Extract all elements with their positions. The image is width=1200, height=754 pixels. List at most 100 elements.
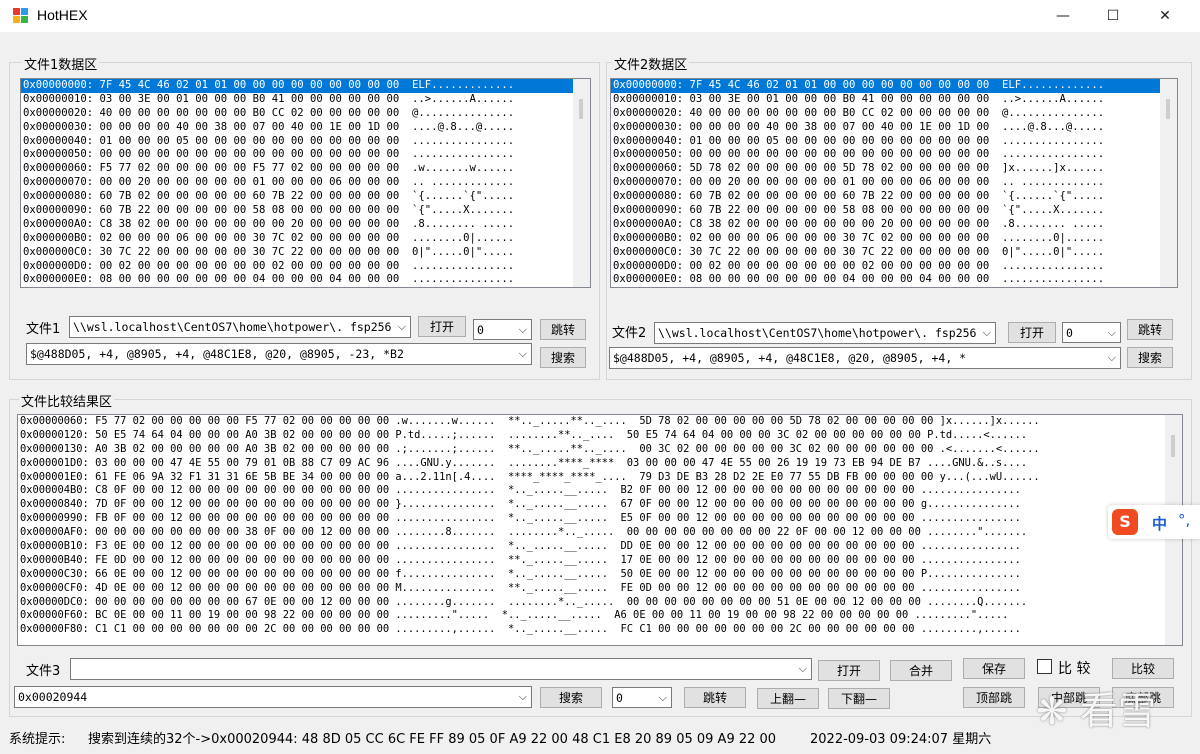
hex-row[interactable]: 0x00000010: 03 00 3E 00 01 00 00 00 B0 4… (21, 93, 590, 107)
compare-result-listbox[interactable]: 0x00000060: F5 77 02 00 00 00 00 00 F5 7… (17, 414, 1183, 646)
compare-button[interactable]: 比较 (1112, 658, 1174, 679)
file1-path-combo[interactable]: \\wsl.localhost\CentOS7\home\hotpower\. … (69, 316, 411, 338)
file3-path-combo[interactable]: ⌵ (70, 658, 812, 680)
hex-row[interactable]: 0x00000C30: 66 0E 00 00 12 00 00 00 00 0… (18, 568, 1182, 582)
hex-row[interactable]: 0x00000040: 01 00 00 00 05 00 00 00 00 0… (611, 135, 1177, 149)
chevron-down-icon[interactable]: ⌵ (983, 323, 991, 343)
hex-row[interactable]: 0x00000090: 60 7B 22 00 00 00 00 00 58 0… (611, 204, 1177, 218)
file1-scroll-thumb[interactable] (579, 99, 583, 119)
hex-row[interactable]: 0x000001D0: 03 00 00 00 47 4E 55 00 79 0… (18, 457, 1182, 471)
hex-row[interactable]: 0x00000130: A0 3B 02 00 00 00 00 00 A0 3… (18, 443, 1182, 457)
hex-row[interactable]: 0x000000E0: 08 00 00 00 00 00 00 00 04 0… (611, 273, 1177, 287)
minimize-button[interactable]: — (1040, 0, 1086, 32)
hex-row[interactable]: 0x00000120: 50 E5 74 64 04 00 00 00 A0 3… (18, 429, 1182, 443)
file1-jump-button[interactable]: 跳转 (540, 319, 586, 340)
file1-vertical-scrollbar[interactable] (573, 79, 590, 287)
compare-offset-combo[interactable]: 0 ⌵ (612, 687, 672, 708)
file1-search-combo[interactable]: $@488D05, +4, @8905, +4, @48C1E8, @20, @… (26, 343, 532, 365)
file2-hex-listbox[interactable]: 0x00000000: 7F 45 4C 46 02 01 01 00 00 0… (610, 78, 1178, 288)
app-icon (13, 8, 29, 24)
compare-jump-button[interactable]: 跳转 (684, 687, 746, 708)
watermark: ❋ 看雪 (1036, 689, 1156, 733)
chevron-down-icon[interactable]: ⌵ (799, 659, 807, 679)
ime-punctuation-indicator[interactable]: °, (1178, 511, 1190, 529)
hex-row[interactable]: 0x00000B40: FE 0D 00 00 12 00 00 00 00 0… (18, 554, 1182, 568)
hex-row[interactable]: 0x000000C0: 30 7C 22 00 00 00 00 00 30 7… (611, 246, 1177, 260)
chevron-down-icon[interactable]: ⌵ (1108, 323, 1116, 342)
file1-search-button[interactable]: 搜索 (540, 347, 586, 368)
chevron-down-icon[interactable]: ⌵ (519, 320, 527, 339)
close-button[interactable]: ✕ (1142, 0, 1188, 32)
hex-row[interactable]: 0x000000E0: 08 00 00 00 00 00 00 00 04 0… (21, 273, 590, 287)
hex-row[interactable]: 0x000001E0: 61 FE 06 9A 32 F1 31 31 6E 5… (18, 471, 1182, 485)
hex-row[interactable]: 0x00000070: 00 00 20 00 00 00 00 00 01 0… (611, 176, 1177, 190)
page-down-button[interactable]: 下翻— (828, 688, 890, 709)
chevron-down-icon[interactable]: ⌵ (659, 688, 667, 707)
chevron-down-icon[interactable]: ⌵ (519, 344, 527, 364)
hex-row[interactable]: 0x000000B0: 02 00 00 00 06 00 00 00 30 7… (611, 232, 1177, 246)
hex-row[interactable]: 0x00000070: 00 00 20 00 00 00 00 00 01 0… (21, 176, 590, 190)
hex-row[interactable]: 0x000004B0: C8 0F 00 00 12 00 00 00 00 0… (18, 484, 1182, 498)
hex-row[interactable]: 0x000000A0: C8 38 02 00 00 00 00 00 00 0… (21, 218, 590, 232)
hex-row[interactable]: 0x000000D0: 00 02 00 00 00 00 00 00 00 0… (611, 260, 1177, 274)
file2-search-button[interactable]: 搜索 (1127, 347, 1173, 368)
file1-path-value: \\wsl.localhost\CentOS7\home\hotpower\. … (73, 320, 392, 334)
file2-jump-button[interactable]: 跳转 (1127, 319, 1173, 340)
hex-row[interactable]: 0x00000CF0: 4D 0E 00 00 12 00 00 00 00 0… (18, 582, 1182, 596)
file2-scroll-thumb[interactable] (1166, 99, 1170, 119)
hex-row[interactable]: 0x00000B10: F3 0E 00 00 12 00 00 00 00 0… (18, 540, 1182, 554)
hex-row[interactable]: 0x00000020: 40 00 00 00 00 00 00 00 B0 C… (21, 107, 590, 121)
hex-row[interactable]: 0x00000060: F5 77 02 00 00 00 00 00 F5 7… (21, 162, 590, 176)
hex-row[interactable]: 0x00000AF0: 00 00 00 00 00 00 00 00 38 0… (18, 526, 1182, 540)
save-button[interactable]: 保存 (963, 658, 1025, 679)
hex-row[interactable]: 0x00000060: 5D 78 02 00 00 00 00 00 5D 7… (611, 162, 1177, 176)
hex-row[interactable]: 0x000000A0: C8 38 02 00 00 00 00 00 00 0… (611, 218, 1177, 232)
hex-row[interactable]: 0x00000060: F5 77 02 00 00 00 00 00 F5 7… (18, 415, 1182, 429)
file1-hex-listbox[interactable]: 0x00000000: 7F 45 4C 46 02 01 01 00 00 0… (20, 78, 591, 288)
hex-row[interactable]: 0x000000C0: 30 7C 22 00 00 00 00 00 30 7… (21, 246, 590, 260)
file1-label: 文件1 (26, 322, 61, 337)
file2-path-combo[interactable]: \\wsl.localhost\CentOS7\home\hotpower\. … (654, 322, 996, 344)
file2-open-button[interactable]: 打开 (1008, 322, 1056, 343)
file3-open-button[interactable]: 打开 (818, 660, 880, 681)
hex-row[interactable]: 0x00000DC0: 00 00 00 00 00 00 00 00 67 0… (18, 596, 1182, 610)
hex-row[interactable]: 0x00000840: 7D 0F 00 00 12 00 00 00 00 0… (18, 498, 1182, 512)
hex-row[interactable]: 0x00000080: 60 7B 02 00 00 00 00 00 60 7… (611, 190, 1177, 204)
chevron-down-icon[interactable]: ⌵ (398, 317, 406, 337)
hex-row[interactable]: 0x00000F80: C1 C1 00 00 00 00 00 00 00 2… (18, 623, 1182, 637)
hex-row[interactable]: 0x00000000: 7F 45 4C 46 02 01 01 00 00 0… (21, 79, 590, 93)
page-up-button[interactable]: 上翻— (757, 688, 819, 709)
hex-row[interactable]: 0x00000050: 00 00 00 00 00 00 00 00 00 0… (611, 148, 1177, 162)
file1-offset-combo[interactable]: 0 ⌵ (473, 319, 532, 340)
file2-vertical-scrollbar[interactable] (1160, 79, 1177, 287)
maximize-button[interactable]: ☐ (1090, 0, 1136, 32)
file1-open-button[interactable]: 打开 (418, 316, 466, 337)
hex-row[interactable]: 0x00000990: FB 0F 00 00 12 00 00 00 00 0… (18, 512, 1182, 526)
chevron-down-icon[interactable]: ⌵ (1108, 348, 1116, 368)
file2-path-value: \\wsl.localhost\CentOS7\home\hotpower\. … (658, 326, 977, 340)
hex-row[interactable]: 0x00000080: 60 7B 02 00 00 00 00 00 60 7… (21, 190, 590, 204)
file2-search-value: $@488D05, +4, @8905, +4, @48C1E8, @20, @… (613, 351, 967, 365)
hex-row[interactable]: 0x00000040: 01 00 00 00 05 00 00 00 00 0… (21, 135, 590, 149)
file2-search-combo[interactable]: $@488D05, +4, @8905, +4, @48C1E8, @20, @… (609, 347, 1121, 369)
hex-row[interactable]: 0x000000D0: 00 02 00 00 00 00 00 00 00 0… (21, 260, 590, 274)
file2-offset-combo[interactable]: 0 ⌵ (1062, 322, 1121, 343)
address-combo[interactable]: 0x00020944 ⌵ (14, 686, 532, 708)
hex-row[interactable]: 0x00000020: 40 00 00 00 00 00 00 00 B0 C… (611, 107, 1177, 121)
compare-checkbox[interactable] (1037, 659, 1052, 674)
merge-button[interactable]: 合并 (890, 660, 952, 681)
compare-scroll-thumb[interactable] (1171, 435, 1175, 457)
chevron-down-icon[interactable]: ⌵ (519, 687, 527, 707)
hex-row[interactable]: 0x00000050: 00 00 00 00 00 00 00 00 00 0… (21, 148, 590, 162)
ime-mode-indicator[interactable]: 中 (1152, 513, 1167, 534)
compare-search-button[interactable]: 搜索 (540, 687, 602, 708)
hex-row[interactable]: 0x00000030: 00 00 00 00 40 00 38 00 07 0… (21, 121, 590, 135)
hex-row[interactable]: 0x00000010: 03 00 3E 00 01 00 00 00 B0 4… (611, 93, 1177, 107)
hex-row[interactable]: 0x000000B0: 02 00 00 00 06 00 00 00 30 7… (21, 232, 590, 246)
hex-row[interactable]: 0x00000000: 7F 45 4C 46 02 01 01 00 00 0… (611, 79, 1177, 93)
hex-row[interactable]: 0x00000F60: BC 0E 00 00 11 00 19 00 00 9… (18, 609, 1182, 623)
hex-row[interactable]: 0x00000030: 00 00 00 00 40 00 38 00 07 0… (611, 121, 1177, 135)
jump-to-top-button[interactable]: 顶部跳 (963, 687, 1025, 708)
hex-row[interactable]: 0x00000090: 60 7B 22 00 00 00 00 00 58 0… (21, 204, 590, 218)
ime-toolbar[interactable]: S 中 °, (1108, 505, 1200, 539)
